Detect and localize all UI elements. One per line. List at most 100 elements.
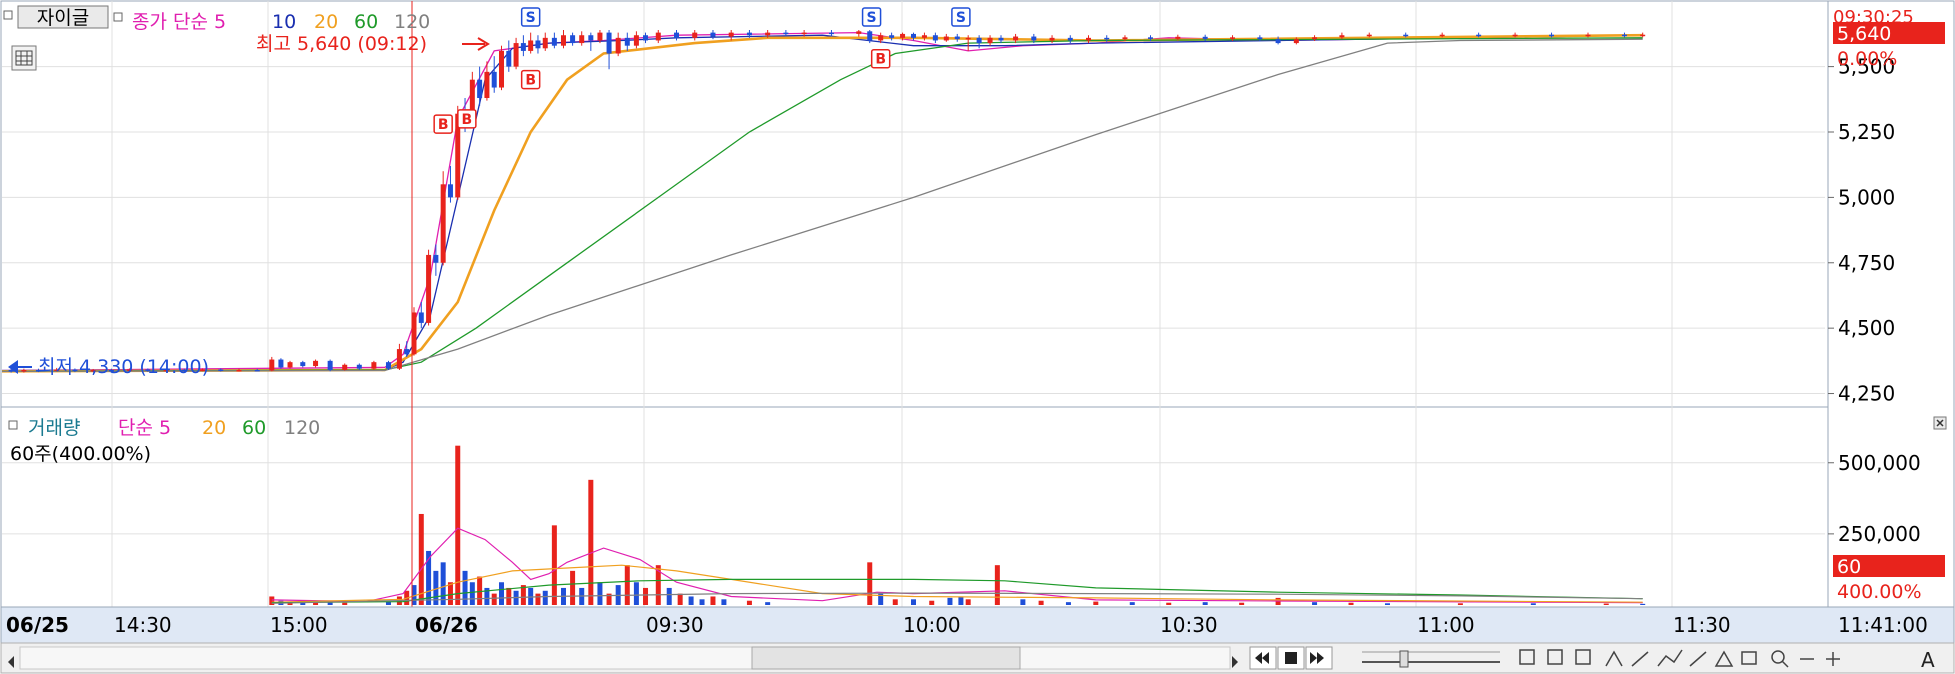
candle-up [692, 32, 698, 38]
volume-legend-toggle-icon[interactable] [8, 420, 18, 430]
candle-up [440, 184, 446, 263]
current-price-value: 5,640 [1837, 23, 1891, 45]
candle-down [385, 362, 391, 369]
volume-bar-down [1065, 602, 1071, 605]
candle-up [484, 71, 490, 98]
candle-down [588, 35, 594, 41]
volume-bar-down [688, 596, 694, 605]
volume-bar-up [965, 599, 971, 605]
candle-up [1013, 36, 1019, 41]
buy-signal-marker: B [457, 109, 477, 129]
candle-down [278, 359, 284, 368]
candle-up [728, 32, 734, 37]
signal-label: S [956, 10, 966, 26]
volume-ma5-legend: 단순 5 [118, 417, 171, 439]
candle-down [254, 370, 260, 372]
legend-toggle-icon[interactable] [3, 10, 13, 20]
candle-down [535, 40, 541, 49]
volume-bar-up [477, 576, 483, 605]
candle-up [1122, 37, 1128, 40]
candle-down [674, 32, 680, 38]
volume-bar-up [418, 513, 424, 605]
candle-down [1275, 39, 1281, 44]
volume-bar-down [947, 597, 953, 605]
candle-up [579, 35, 585, 44]
candle-down [710, 32, 716, 37]
candle-up [987, 37, 993, 44]
candle-up [1640, 34, 1646, 37]
volume-bar-up [1603, 603, 1609, 605]
time-label-0625: 06/25 [6, 613, 69, 637]
candle-down [506, 50, 512, 67]
candle-down [447, 184, 453, 198]
volume-bar-down [1384, 603, 1390, 605]
volume-bar-down [666, 587, 672, 605]
candle-down [520, 43, 526, 51]
candle-up [597, 32, 603, 41]
candle-up [371, 362, 377, 369]
signal-label: S [867, 10, 877, 26]
candle-down [570, 35, 576, 44]
candle-up [269, 359, 275, 371]
candle-up [1086, 37, 1092, 41]
candle-up [287, 362, 293, 368]
playback-controls [1249, 646, 1333, 670]
candle-down [404, 349, 410, 355]
candle-up [1293, 39, 1299, 44]
volume-bar-up [994, 565, 1000, 605]
signal-label: B [525, 73, 536, 89]
volume-bar-down [462, 570, 468, 605]
candle-down [1257, 37, 1263, 40]
candle-down [867, 31, 873, 41]
candle-down [1031, 36, 1037, 41]
volume-bar-down [699, 599, 705, 605]
candle-down [932, 35, 938, 41]
candle-up [21, 370, 27, 372]
volume-axis-label: 500,000 [1838, 451, 1921, 475]
volume-badge-value: 60 [1837, 556, 1861, 578]
ma60-legend: 60 [354, 11, 378, 33]
candle-down [1476, 34, 1482, 37]
price-axis-label: 4,500 [1838, 316, 1895, 340]
time-label-0930: 09:30 [646, 613, 704, 637]
ma10-legend: 10 [272, 11, 296, 33]
candle-down [1621, 34, 1627, 37]
candle-up [1339, 35, 1345, 38]
ma5-legend: 종가 단순 5 [132, 11, 226, 33]
volume-bar-up [506, 587, 512, 605]
candle-down [783, 32, 789, 35]
volume-bar-down [958, 596, 964, 605]
font-size-icon[interactable]: A [1921, 648, 1935, 672]
signal-label: B [875, 52, 886, 68]
volume-bar-down [633, 582, 639, 605]
candle-up [1366, 34, 1372, 37]
horizontal-scrollbar[interactable] [19, 646, 1231, 670]
price-axis-label: 5,250 [1838, 120, 1895, 144]
candle-down [551, 37, 557, 46]
candle-up [801, 32, 807, 35]
zoom-slider-thumb[interactable] [1399, 650, 1409, 668]
candle-up [1512, 34, 1518, 37]
volume-bar-up [491, 593, 497, 605]
candle-up [1175, 36, 1181, 39]
candle-up [965, 37, 971, 40]
candle-down [1202, 36, 1208, 39]
current-change-value: 0.00% [1837, 48, 1897, 70]
candle-down [624, 37, 630, 46]
ma-legend-toggle-icon[interactable] [113, 12, 123, 22]
candle-up [513, 43, 519, 67]
volume-bar-up [929, 600, 935, 605]
price-axis-label: 4,750 [1838, 251, 1895, 275]
scrollbar-thumb[interactable] [751, 646, 1021, 670]
candle-up [1049, 37, 1055, 41]
volume-bar-up [677, 593, 683, 605]
candle-up [236, 370, 242, 372]
time-label-0626: 06/26 [415, 613, 478, 637]
candle-up [313, 360, 319, 367]
volume-bar-down [1530, 603, 1536, 605]
candle-down [746, 32, 752, 36]
time-label-1000: 10:00 [903, 613, 961, 637]
candle-up [499, 50, 505, 88]
volume-bar-down [542, 590, 548, 605]
candle-up [655, 32, 661, 41]
